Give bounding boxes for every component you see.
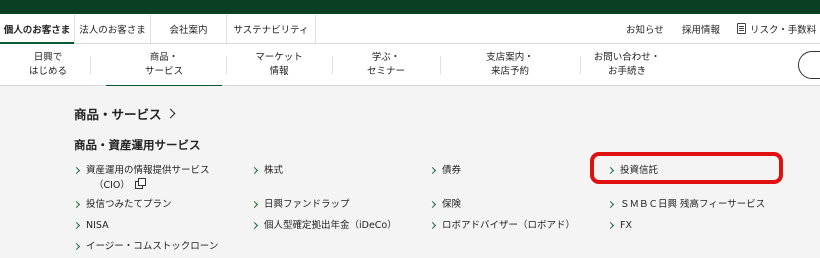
chevron-right-icon xyxy=(606,221,615,230)
top-brand-bar xyxy=(0,0,820,14)
link-label: FX xyxy=(620,220,632,231)
document-icon xyxy=(737,23,746,34)
highlight-box xyxy=(590,152,783,184)
audience-bar: 個人のお客さま 法人のお客さま 会社案内 サステナビリティ お知らせ 採用情報 … xyxy=(0,14,820,44)
nav-divider xyxy=(580,56,581,74)
risk-fees-link[interactable]: リスク・手数料 xyxy=(737,14,816,43)
nav-get-started[interactable]: 日興で はじめる xyxy=(10,44,86,86)
news-link[interactable]: お知らせ xyxy=(626,14,664,43)
link-fx[interactable]: FX xyxy=(606,218,632,233)
link-label: 保険 xyxy=(442,199,462,210)
nav-divider xyxy=(440,56,441,74)
link-label: 資産運用の情報提供サービス （CIO） xyxy=(86,165,210,191)
nav-contact[interactable]: お問い合わせ・ お手続き xyxy=(584,44,670,86)
main-nav: 日興で はじめる 商品・ サービス マーケット 情報 学ぶ・ セミナー 支店案内… xyxy=(0,44,820,87)
recruit-link[interactable]: 採用情報 xyxy=(682,14,720,43)
nav-divider xyxy=(90,56,91,74)
chevron-right-icon xyxy=(428,221,437,230)
link-label: NISA xyxy=(86,220,109,231)
tab-sustainability[interactable]: サステナビリティ xyxy=(227,14,316,43)
nav-products-services[interactable]: 商品・ サービス xyxy=(106,44,222,87)
link-label: ロボアドバイザー（ロボアド） xyxy=(442,220,576,231)
nav-divider xyxy=(332,56,333,74)
chevron-right-icon xyxy=(72,221,81,230)
tab-individual[interactable]: 個人のお客さま xyxy=(0,14,75,44)
nav-market-info[interactable]: マーケット 情報 xyxy=(230,44,328,86)
link-label: 個人型確定拠出年金（iDeCo） xyxy=(264,220,397,231)
chevron-right-icon xyxy=(250,200,259,209)
link-label: ＳＭＢＣ日興 残高フィーサービス xyxy=(620,199,766,210)
chevron-right-icon xyxy=(250,221,259,230)
chevron-right-icon xyxy=(72,200,81,209)
chevron-right-icon xyxy=(72,166,81,175)
link-cio-info-service[interactable]: 資産運用の情報提供サービス （CIO） xyxy=(72,163,210,193)
link-label: 株式 xyxy=(264,165,284,176)
risk-fees-label: リスク・手数料 xyxy=(750,24,817,36)
link-balance-fee-service[interactable]: ＳＭＢＣ日興 残高フィーサービス xyxy=(606,197,766,212)
link-stocks[interactable]: 株式 xyxy=(250,163,284,178)
search-button[interactable] xyxy=(798,51,820,79)
nav-branches[interactable]: 支店案内・ 来店予約 xyxy=(444,44,576,86)
nav-divider xyxy=(226,56,227,74)
chevron-right-icon xyxy=(606,200,615,209)
link-ideco[interactable]: 個人型確定拠出年金（iDeCo） xyxy=(250,218,397,233)
link-trust-savings-plan[interactable]: 投信つみたてプラン xyxy=(72,197,172,212)
chevron-right-icon xyxy=(72,242,81,251)
link-easy-comstock-loan[interactable]: イージー・コムストックローン xyxy=(72,239,219,254)
section-title: 商品・資産運用サービス xyxy=(74,138,201,152)
chevron-right-icon xyxy=(428,166,437,175)
link-nisa[interactable]: NISA xyxy=(72,218,109,233)
chevron-right-icon xyxy=(165,108,175,119)
tab-corporate[interactable]: 法人のお客さま xyxy=(75,14,151,43)
link-label: 日興ファンドラップ xyxy=(264,199,350,210)
tab-company-info[interactable]: 会社案内 xyxy=(151,14,227,43)
link-fund-wrap[interactable]: 日興ファンドラップ xyxy=(250,197,350,212)
mega-menu-title[interactable]: 商品・サービス xyxy=(74,104,175,123)
mega-menu-title-text: 商品・サービス xyxy=(74,107,162,122)
link-label: イージー・コムストックローン xyxy=(86,241,219,252)
chevron-right-icon xyxy=(428,200,437,209)
external-link-icon xyxy=(134,178,146,189)
link-insurance[interactable]: 保険 xyxy=(428,197,462,212)
link-label: 債券 xyxy=(442,165,462,176)
chevron-right-icon xyxy=(250,166,259,175)
link-bonds[interactable]: 債券 xyxy=(428,163,462,178)
link-robo-advisor[interactable]: ロボアドバイザー（ロボアド） xyxy=(428,218,576,233)
nav-learn-seminars[interactable]: 学ぶ・ セミナー xyxy=(336,44,436,86)
link-label: 投信つみたてプラン xyxy=(86,199,172,210)
